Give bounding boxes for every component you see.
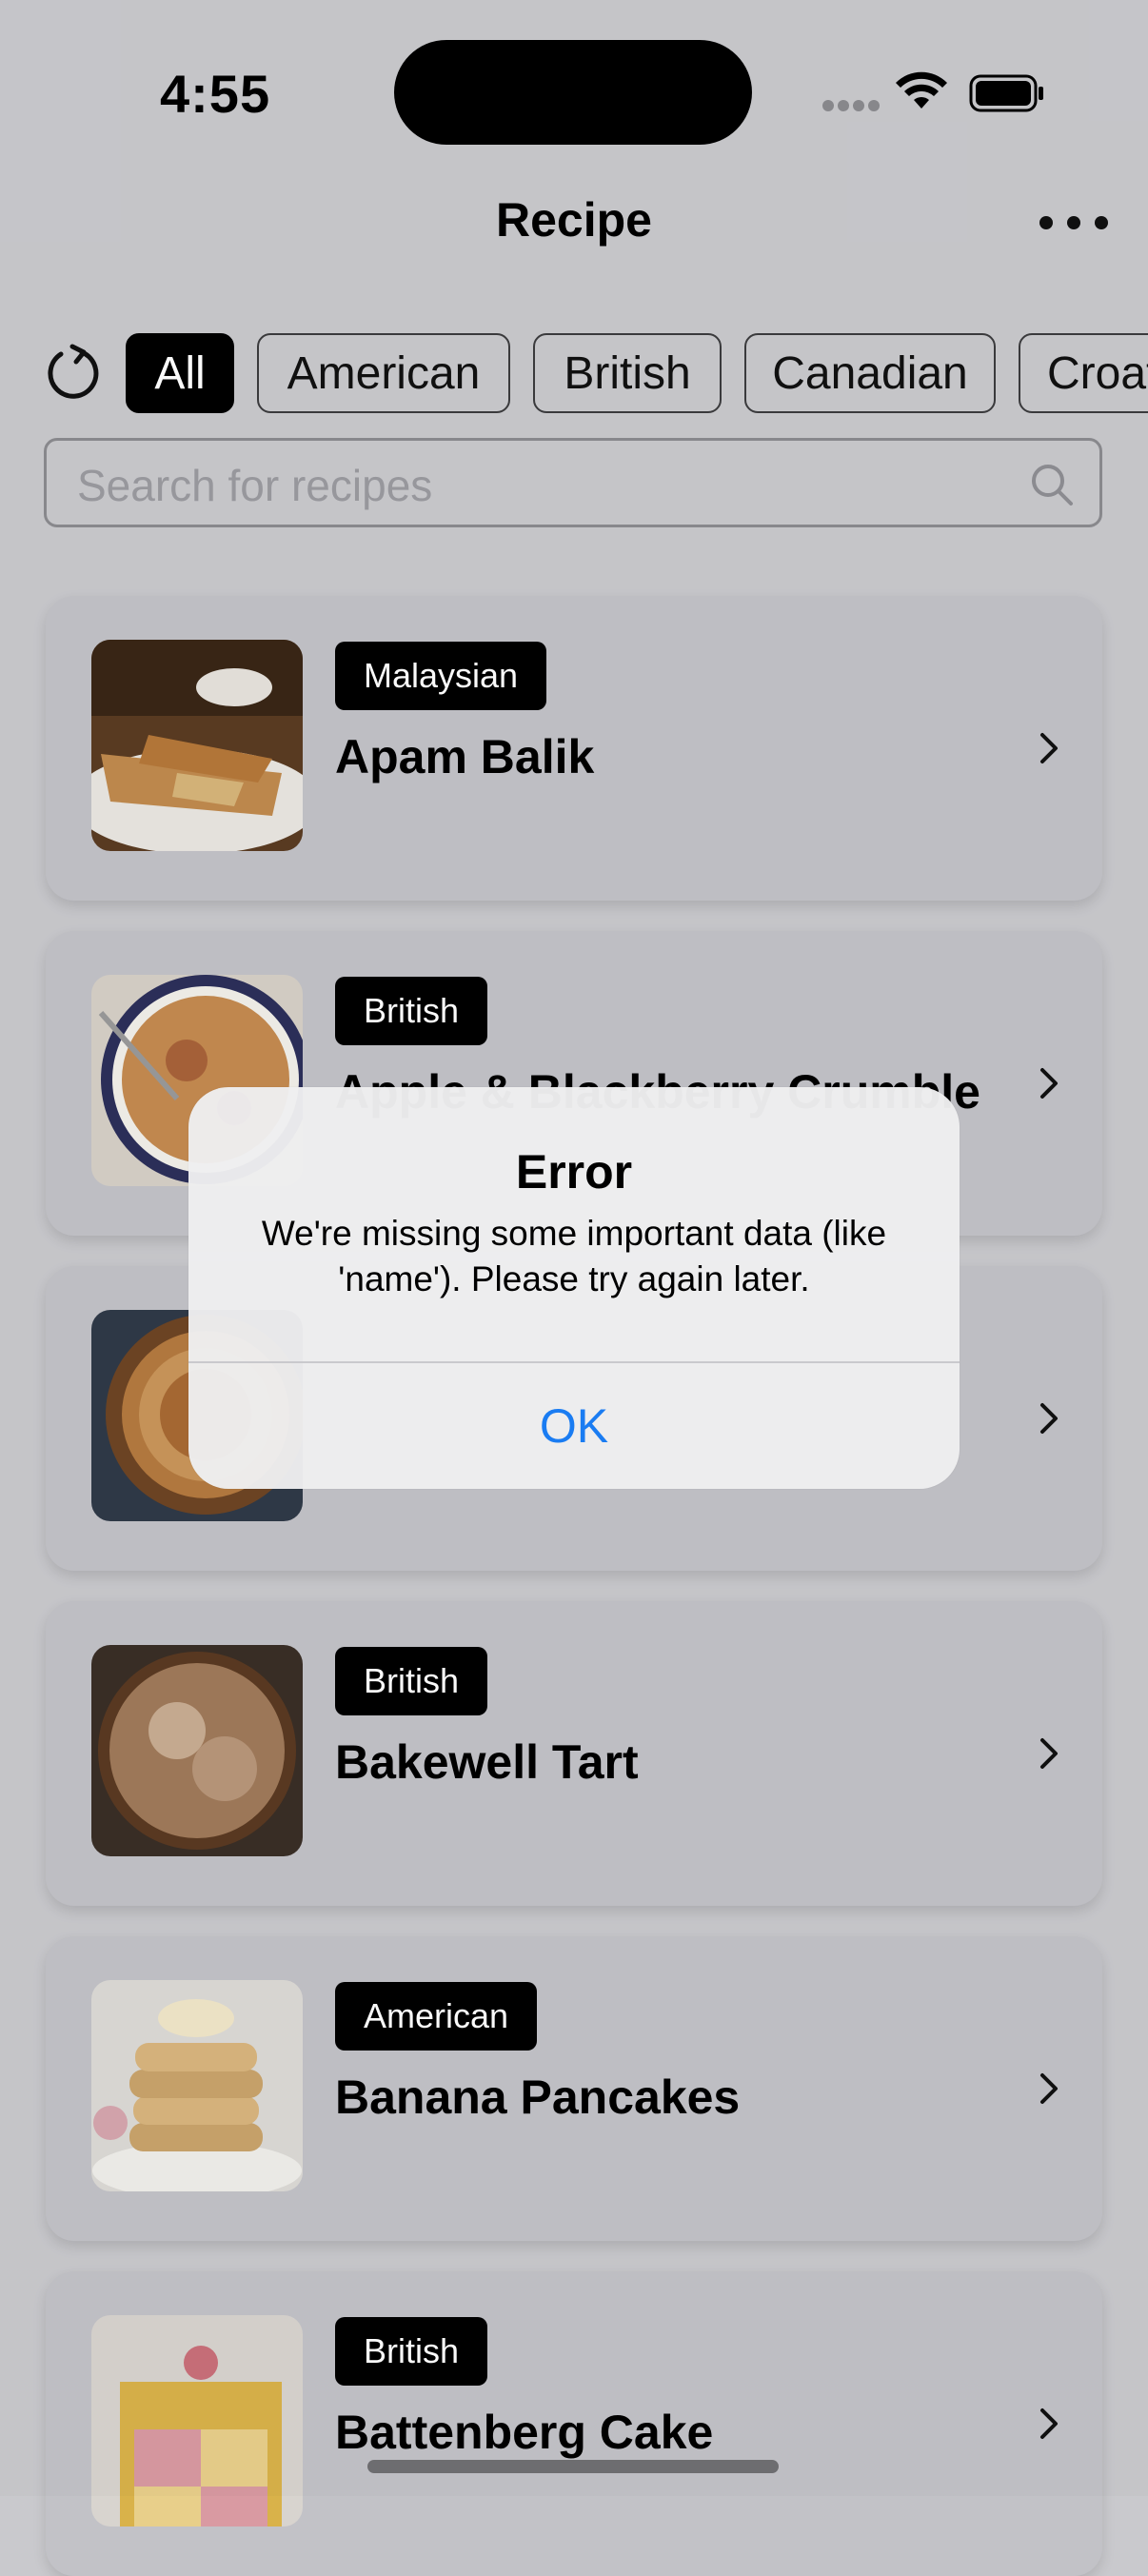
home-indicator[interactable] (367, 2460, 779, 2473)
alert-message: We're missing some important data (like … (261, 1214, 887, 1298)
alert-title: Error (515, 1145, 633, 1199)
ok-button[interactable]: OK (188, 1363, 960, 1489)
error-alert-dialog: Error We're missing some important data … (188, 1087, 960, 1489)
